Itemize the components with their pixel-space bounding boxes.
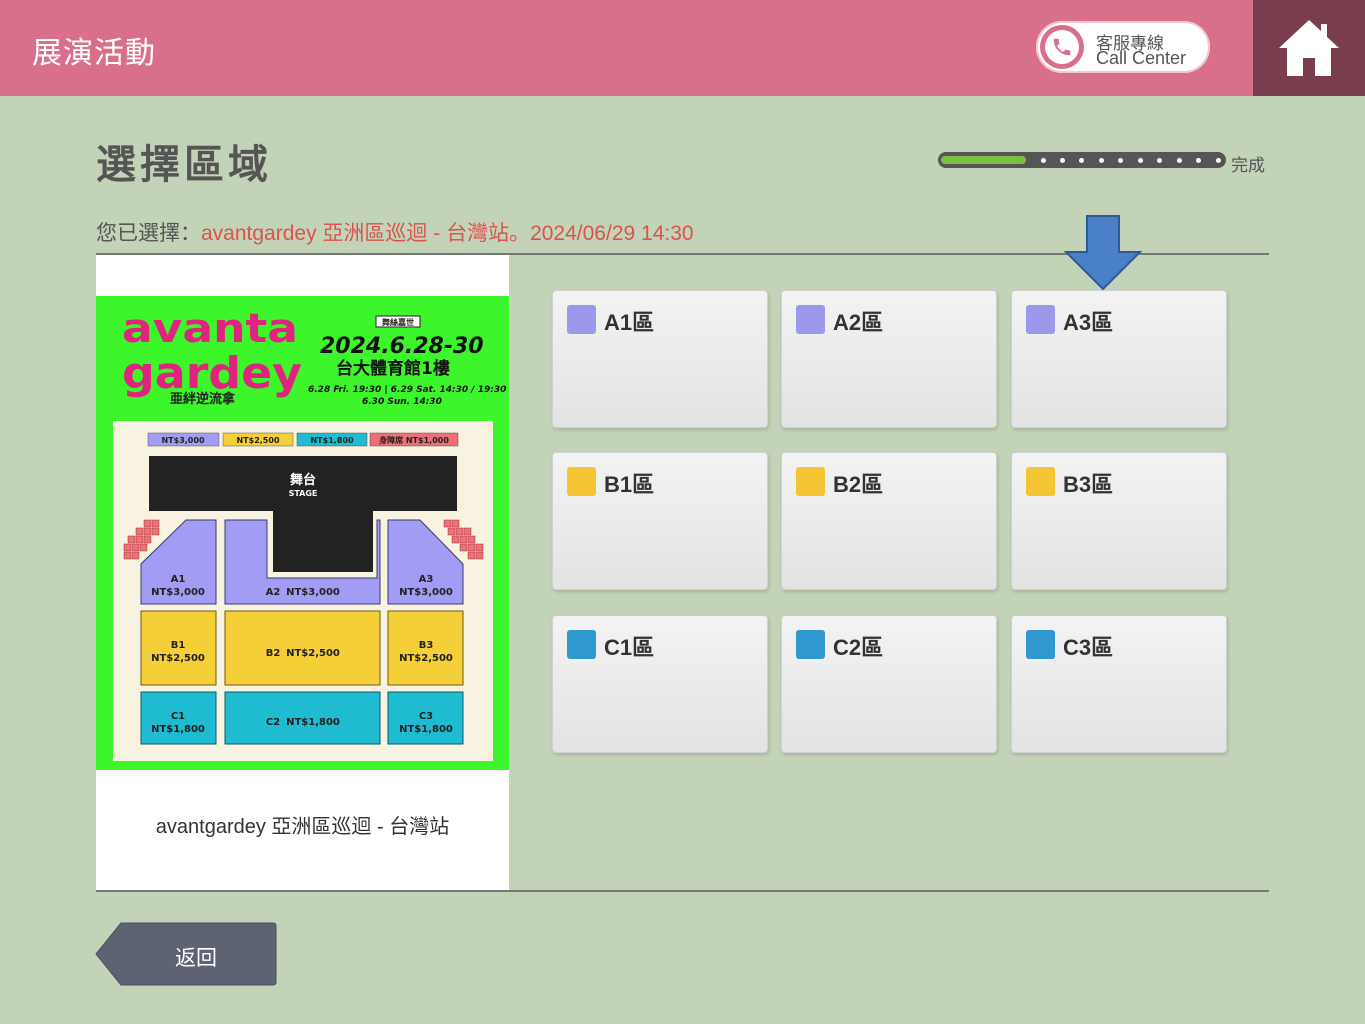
stage-label: 舞台 (289, 472, 316, 488)
zone-swatch (1026, 305, 1055, 334)
poster-logo-sub: 亜絆逆流拿 (170, 391, 236, 407)
seat-B1-price: NT$2,500 (151, 653, 205, 664)
poster-logo-line1: avanta (122, 306, 298, 352)
zone-label: A2區 (833, 310, 884, 335)
seat-C1-price: NT$1,800 (151, 724, 205, 735)
call-center-button[interactable]: 客服專線 Call Center (1036, 21, 1210, 73)
stage-label-en: STAGE (289, 489, 318, 498)
poster-dates: 2024.6.28-30 (320, 334, 484, 359)
seat-B3-name: B3 (419, 640, 434, 651)
zone-label: B2區 (833, 472, 884, 497)
seat-A3-name: A3 (419, 574, 434, 585)
zone-button-c3[interactable]: C3區 (1011, 615, 1227, 753)
zone-label: A3區 (1063, 310, 1114, 335)
zone-button-c1[interactable]: C1區 (552, 615, 768, 753)
selected-prefix: 您已選擇： (96, 222, 201, 245)
progress-fill (941, 156, 1026, 164)
zone-label: C1區 (604, 635, 655, 660)
poster-panel: avanta gardey 亜絆逆流拿 舞絲嘉世 2024.6.28-30 台大… (96, 255, 509, 890)
header-title: 展演活動 (32, 37, 156, 70)
zone-swatch (796, 305, 825, 334)
progress-label: 完成 (1231, 156, 1265, 175)
zone-button-b1[interactable]: B1區 (552, 452, 768, 590)
selected-event-line: 您已選擇：avantgardey 亞洲區巡迴 - 台灣站。2024/06/29 … (96, 217, 694, 247)
poster-times-2: 6.30 Sun. 14:30 (362, 397, 442, 407)
poster-tag: 舞絲嘉世 (381, 317, 414, 327)
legend-price-2: NT$2,500 (236, 436, 279, 445)
zone-swatch (1026, 630, 1055, 659)
seat-B2-label: B2 (266, 648, 281, 659)
header-bar: 展演活動 客服專線 Call Center (0, 0, 1365, 96)
selected-event-value: avantgardey 亞洲區巡迴 - 台灣站。2024/06/29 14:30 (201, 222, 694, 245)
home-icon (1279, 20, 1339, 76)
zone-button-c2[interactable]: C2區 (781, 615, 997, 753)
back-button[interactable]: 返回 (95, 922, 277, 986)
seat-C3-price: NT$1,800 (399, 724, 453, 735)
zone-button-b3[interactable]: B3區 (1011, 452, 1227, 590)
zone-swatch (796, 630, 825, 659)
zone-label: C3區 (1063, 635, 1114, 660)
legend-price-1: NT$3,000 (161, 436, 204, 445)
zone-button-a1[interactable]: A1區 (552, 290, 768, 428)
legend-price-4: 身障席 NT$1,000 (379, 435, 449, 445)
seat-C3-name: C3 (419, 711, 433, 722)
zone-swatch (567, 305, 596, 334)
seat-C2-label: C2 (266, 717, 280, 728)
seat-A3-price: NT$3,000 (399, 587, 453, 598)
zone-swatch (567, 630, 596, 659)
home-button[interactable] (1253, 0, 1365, 96)
zone-label: B1區 (604, 472, 655, 497)
zone-button-a3[interactable]: A3區 (1011, 290, 1227, 428)
zone-button-a2[interactable]: A2區 (781, 290, 997, 428)
zone-label: B3區 (1063, 472, 1114, 497)
seat-B2-price: NT$2,500 (286, 648, 340, 659)
page-title: 選擇區域 (96, 143, 272, 187)
zone-button-b2[interactable]: B2區 (781, 452, 997, 590)
seat-B3-price: NT$2,500 (399, 653, 453, 664)
poster-caption: avantgardey 亞洲區巡迴 - 台灣站 (155, 816, 450, 838)
zone-label: C2區 (833, 635, 884, 660)
poster-venue: 台大體育館1樓 (336, 358, 450, 379)
poster-times-1: 6.28 Fri. 19:30 | 6.29 Sat. 14:30 / 19:3… (308, 385, 506, 395)
back-button-label: 返回 (175, 947, 217, 970)
zone-swatch (1026, 467, 1055, 496)
zone-label: A1區 (604, 310, 655, 335)
seat-A2-price: NT$3,000 (286, 587, 340, 598)
call-center-label-en: Call Center (1096, 48, 1187, 68)
seat-A1-name: A1 (171, 574, 186, 585)
divider-bottom (96, 890, 1269, 892)
seat-A1-price: NT$3,000 (151, 587, 205, 598)
legend-price-3: NT$1,800 (310, 436, 353, 445)
zone-swatch (567, 467, 596, 496)
progress-bar (938, 152, 1226, 168)
phone-icon (1040, 25, 1084, 69)
arrow-down-icon (1064, 215, 1142, 291)
event-poster: avanta gardey 亜絆逆流拿 舞絲嘉世 2024.6.28-30 台大… (96, 296, 509, 770)
seat-C2-price: NT$1,800 (286, 717, 340, 728)
seat-C1-name: C1 (171, 711, 185, 722)
seat-B1-name: B1 (171, 640, 186, 651)
seat-A2-label: A2 (266, 587, 281, 598)
zone-swatch (796, 467, 825, 496)
